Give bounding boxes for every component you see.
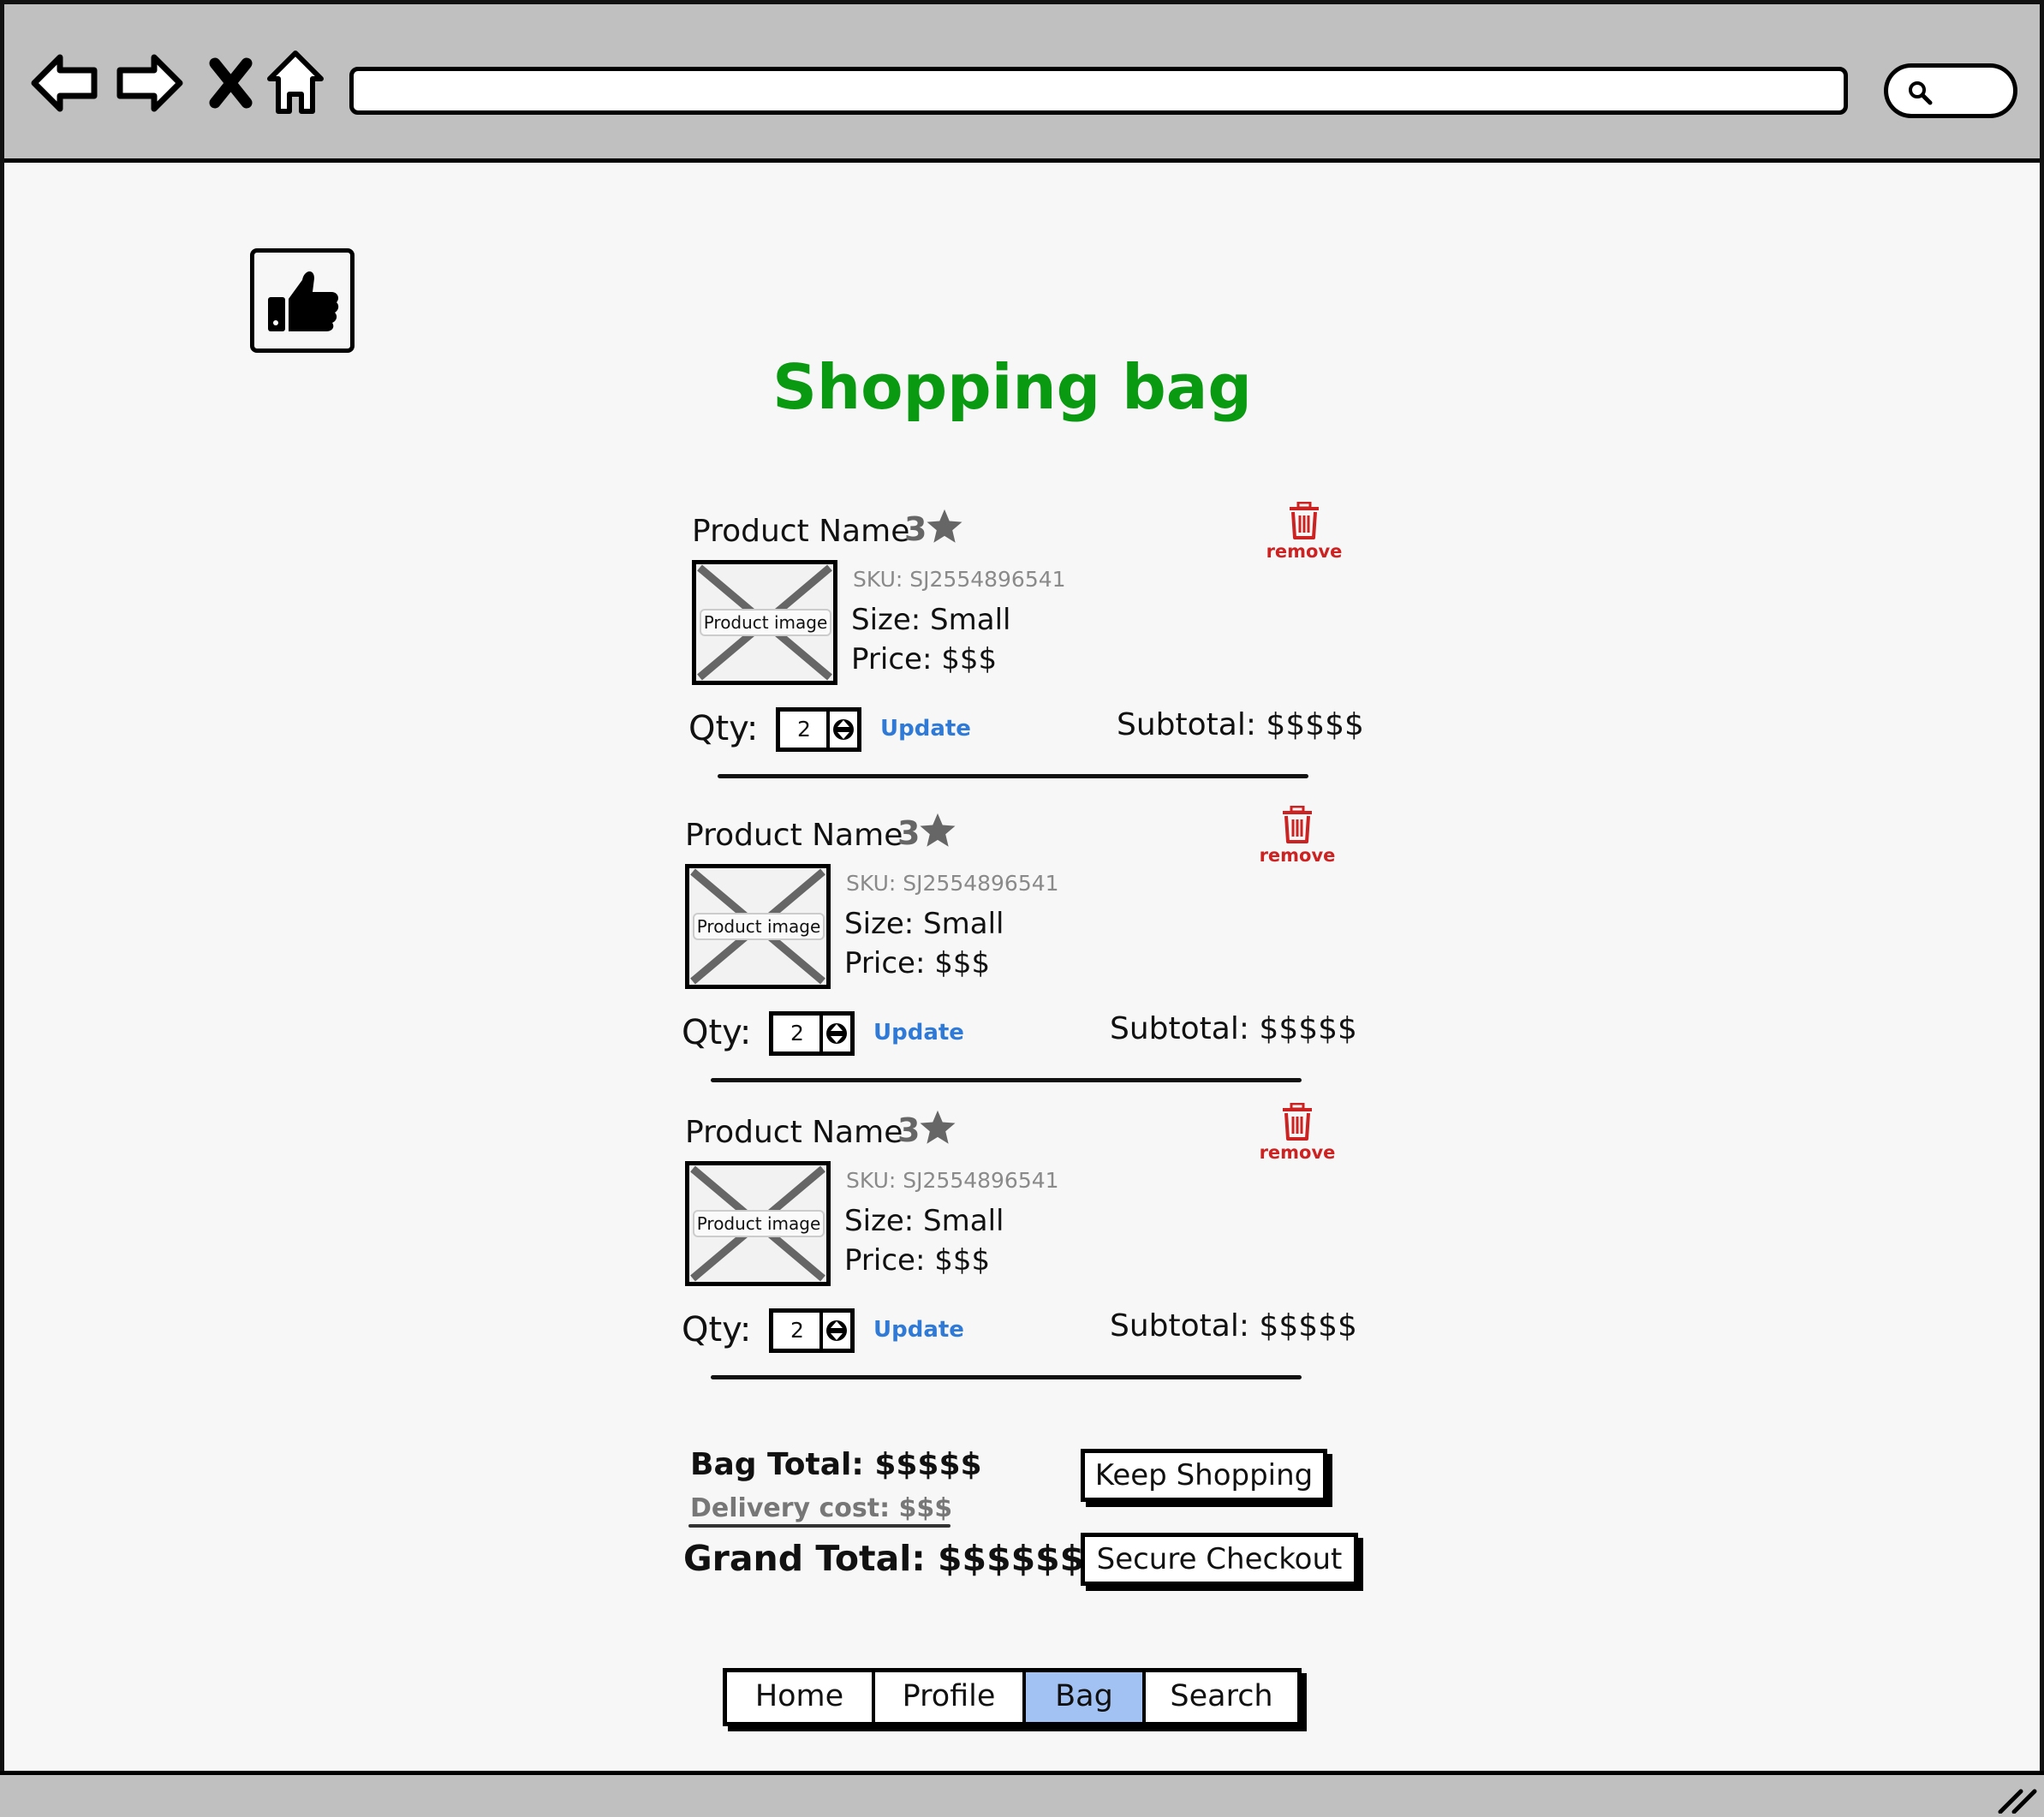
tab-search[interactable]: Search [1146, 1672, 1297, 1722]
quantity-spinner[interactable] [819, 1016, 850, 1051]
spinner-arrows-icon[interactable] [825, 1315, 848, 1346]
remove-label: remove [1266, 541, 1343, 562]
product-sku: SKU: SJ2554896541 [846, 871, 1059, 896]
update-link[interactable]: Update [880, 716, 971, 742]
product-price: Price: $$$ [844, 1243, 991, 1278]
product-image[interactable]: Product image [685, 864, 831, 989]
product-size: Size: Small [851, 603, 1011, 637]
product-rating: 3 [897, 1111, 921, 1149]
page-title: Shopping bag [772, 351, 1252, 423]
back-arrow-icon[interactable] [26, 45, 103, 122]
delivery-cost: Delivery cost: $$$ [690, 1493, 953, 1523]
keep-shopping-button[interactable]: Keep Shopping [1081, 1449, 1327, 1502]
forward-arrow-icon[interactable] [111, 45, 188, 122]
totals-divider [688, 1524, 950, 1528]
item-subtotal: Subtotal: $$$$$ [1117, 707, 1364, 742]
quantity-stepper[interactable]: 2 [769, 1308, 855, 1353]
quantity-stepper[interactable]: 2 [769, 1011, 855, 1056]
product-size: Size: Small [844, 1204, 1004, 1238]
product-name[interactable]: Product Name [685, 1115, 903, 1150]
product-price: Price: $$$ [844, 946, 991, 980]
cart-item: Product Name 3 remove Product image SKU:… [676, 1103, 1362, 1406]
quantity-value[interactable]: 2 [773, 1313, 821, 1349]
product-name[interactable]: Product Name [692, 514, 909, 549]
resize-grip-icon[interactable] [1995, 1788, 2038, 1814]
tab-profile[interactable]: Profile [875, 1672, 1026, 1722]
quantity-label: Qty: [688, 709, 759, 748]
product-image[interactable]: Product image [692, 560, 837, 685]
product-image[interactable]: Product image [685, 1161, 831, 1286]
product-image-label: Product image [693, 913, 825, 940]
window-frame-right [2040, 0, 2044, 1817]
quantity-label: Qty: [682, 1310, 752, 1349]
star-icon [920, 813, 956, 847]
remove-button[interactable]: remove [1259, 1103, 1336, 1171]
quantity-value[interactable]: 2 [773, 1016, 821, 1051]
product-price: Price: $$$ [851, 642, 998, 676]
item-divider [711, 1375, 1302, 1379]
product-sku: SKU: SJ2554896541 [846, 1168, 1059, 1193]
tab-bag[interactable]: Bag [1026, 1672, 1146, 1722]
browser-search-field[interactable] [1884, 63, 2017, 118]
product-size: Size: Small [844, 907, 1004, 941]
product-rating: 3 [904, 510, 927, 548]
bag-total: Bag Total: $$$$$ [690, 1447, 982, 1482]
item-divider [718, 774, 1308, 778]
product-image-label: Product image [693, 1210, 825, 1237]
product-rating: 3 [897, 814, 921, 852]
product-sku: SKU: SJ2554896541 [853, 567, 1066, 592]
tab-home[interactable]: Home [727, 1672, 875, 1722]
home-icon[interactable] [257, 45, 334, 122]
product-name[interactable]: Product Name [685, 818, 903, 853]
address-bar[interactable] [349, 67, 1848, 115]
item-divider [711, 1078, 1302, 1082]
grand-total: Grand Total: $$$$$$ [683, 1538, 1085, 1579]
update-link[interactable]: Update [873, 1020, 964, 1046]
cart-item: Product Name 3 remove Product image SKU:… [683, 502, 1368, 805]
trash-icon [1283, 1103, 1312, 1141]
bottom-tab-bar: Home Profile Bag Search [723, 1668, 1302, 1726]
thumbs-up-icon[interactable] [250, 248, 355, 353]
item-subtotal: Subtotal: $$$$$ [1110, 1308, 1357, 1343]
secure-checkout-button[interactable]: Secure Checkout [1081, 1533, 1358, 1586]
window-frame-left [0, 0, 4, 1817]
trash-icon [1290, 502, 1319, 539]
quantity-spinner[interactable] [826, 712, 857, 748]
update-link[interactable]: Update [873, 1317, 964, 1343]
remove-button[interactable]: remove [1266, 502, 1343, 570]
item-subtotal: Subtotal: $$$$$ [1110, 1011, 1357, 1046]
product-image-label: Product image [700, 609, 831, 636]
quantity-stepper[interactable]: 2 [776, 707, 861, 752]
quantity-value[interactable]: 2 [780, 712, 828, 748]
window-frame-top [0, 0, 2044, 4]
remove-label: remove [1259, 845, 1336, 866]
search-icon [1909, 81, 1933, 105]
star-icon [920, 1110, 956, 1144]
spinner-arrows-icon[interactable] [825, 1018, 848, 1049]
star-icon [927, 509, 962, 543]
remove-label: remove [1259, 1142, 1336, 1163]
trash-icon [1283, 806, 1312, 843]
spinner-arrows-icon[interactable] [832, 714, 855, 745]
quantity-label: Qty: [682, 1013, 752, 1052]
cart-item: Product Name 3 remove Product image SKU:… [676, 806, 1362, 1109]
remove-button[interactable]: remove [1259, 806, 1336, 874]
browser-status-bar [0, 1771, 2044, 1817]
quantity-spinner[interactable] [819, 1313, 850, 1349]
